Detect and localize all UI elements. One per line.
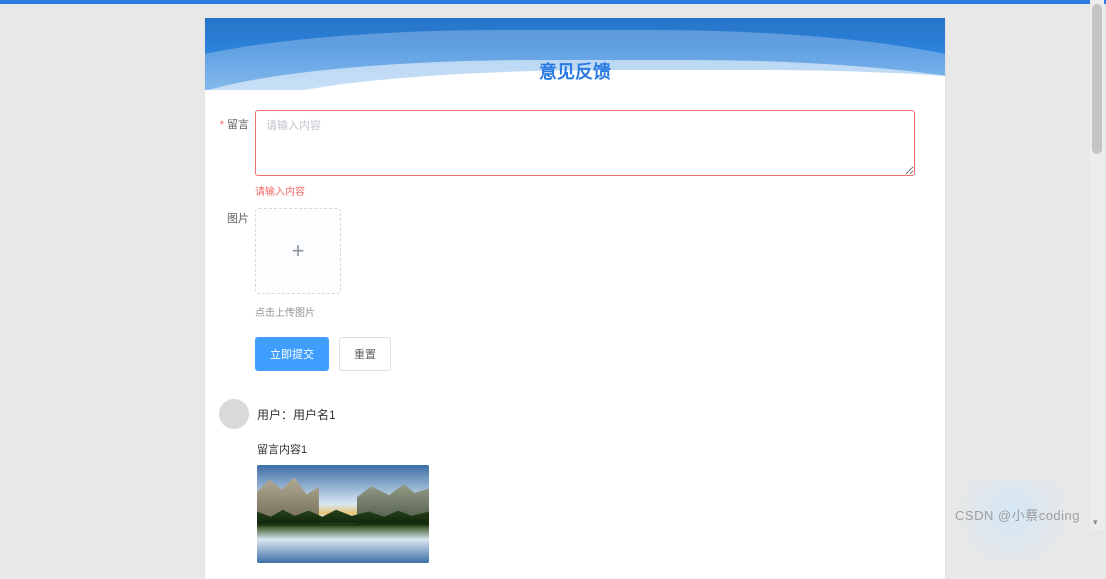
comment-body: 留言内容1 [257, 441, 915, 563]
message-row: *留言 请输入内容 [205, 110, 915, 198]
button-row: 立即提交 重置 [255, 337, 915, 371]
image-upload-box[interactable]: + [255, 208, 341, 294]
image-label: 图片 [205, 206, 255, 226]
vertical-scrollbar[interactable]: ▾ [1090, 0, 1104, 530]
banner: 意见反馈 [205, 18, 945, 90]
watermark: CSDN @小蔡coding [955, 505, 1080, 524]
scrollbar-thumb[interactable] [1092, 4, 1102, 154]
top-strip [0, 0, 1106, 4]
message-textarea[interactable] [255, 110, 915, 176]
comment-item: 用户：用户名1 留言内容1 [219, 399, 915, 563]
message-error: 请输入内容 [255, 183, 915, 198]
plus-icon: + [292, 240, 305, 262]
chevron-down-icon[interactable]: ▾ [1093, 517, 1098, 528]
comment-image[interactable] [257, 465, 429, 563]
upload-hint: 点击上传图片 [255, 304, 915, 319]
message-label: *留言 [205, 110, 255, 132]
required-star-icon: * [220, 119, 224, 131]
image-row: 图片 + 点击上传图片 [205, 206, 915, 319]
reset-button[interactable]: 重置 [339, 337, 391, 371]
feedback-card: 意见反馈 *留言 请输入内容 图片 + 点击上传图片 立即提交 重置 [205, 18, 945, 579]
comment-text: 留言内容1 [257, 441, 915, 457]
submit-button[interactable]: 立即提交 [255, 337, 329, 371]
comment-username: 用户：用户名1 [257, 406, 336, 423]
feedback-form: *留言 请输入内容 图片 + 点击上传图片 立即提交 重置 [205, 90, 945, 579]
comment-header: 用户：用户名1 [219, 399, 915, 429]
avatar [219, 399, 249, 429]
page-title: 意见反馈 [205, 58, 945, 84]
